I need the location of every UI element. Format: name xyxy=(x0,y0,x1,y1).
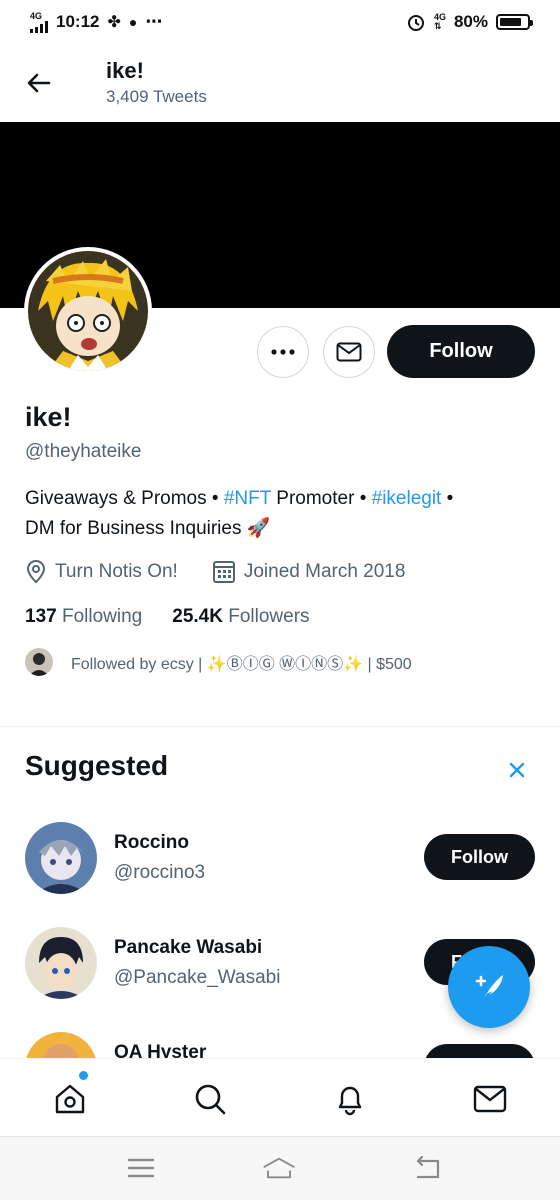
calendar-icon xyxy=(212,561,235,583)
clock: 10:12 xyxy=(56,12,100,31)
more-icon xyxy=(271,349,295,355)
section-divider xyxy=(0,726,560,727)
following-count: 137 xyxy=(25,606,57,627)
joined-date: Joined March 2018 xyxy=(243,561,406,582)
home-system-button[interactable] xyxy=(262,1153,296,1183)
close-icon xyxy=(509,762,525,778)
nav-notifications[interactable] xyxy=(330,1079,370,1119)
suggested-avatar xyxy=(25,822,97,894)
header-title: ike! xyxy=(106,58,144,83)
followed-by-text: Followed by ecsy | ✨ⒷⒾⒼ ⓌⒾⓃⓈ✨ | $500 xyxy=(71,656,412,673)
suggested-handle: @roccino3 xyxy=(114,862,206,883)
avatar-image xyxy=(28,251,148,371)
pinwheel-icon: ✤ xyxy=(107,14,121,31)
followers-label: Followers xyxy=(228,606,310,627)
follower-avatar xyxy=(25,648,53,676)
nav-search[interactable] xyxy=(190,1079,230,1119)
profile-avatar[interactable] xyxy=(24,247,152,375)
followers-link[interactable]: 25.4K Followers xyxy=(172,606,309,628)
suggested-name: Pancake Wasabi xyxy=(114,937,263,958)
profile-bio: Giveaways & Promos • #NFT Promoter • #ik… xyxy=(25,484,535,544)
back-system-button[interactable] xyxy=(410,1153,444,1183)
compose-tweet-button[interactable] xyxy=(448,946,530,1028)
suggested-user[interactable]: OA Hyster Follow xyxy=(0,1032,560,1058)
tweet-count: 3,409 Tweets xyxy=(106,87,207,106)
hashtag-link[interactable]: #ikelegit xyxy=(372,488,442,509)
followed-by-row[interactable]: Followed by ecsy | ✨ⒷⒾⒼ ⓌⒾⓃⓈ✨ | $500 xyxy=(25,648,412,676)
nav-home[interactable] xyxy=(50,1079,90,1119)
suggested-handle: @Pancake_Wasabi xyxy=(114,967,281,988)
more-notifications-icon: ⋯ xyxy=(145,12,163,31)
network-indicator: 4G xyxy=(30,10,48,33)
search-icon xyxy=(195,1084,226,1115)
more-options-button[interactable] xyxy=(257,326,309,378)
suggested-name: OA Hyster xyxy=(114,1042,207,1058)
suggested-title: Suggested xyxy=(25,750,169,781)
leaf-icon: ● xyxy=(128,14,138,30)
follow-button[interactable]: Follow xyxy=(387,325,535,378)
following-link[interactable]: 137 Following xyxy=(25,606,142,628)
battery-icon xyxy=(496,14,533,30)
profile-header: ike! 3,409 Tweets xyxy=(0,50,560,116)
profile-name: ike! xyxy=(25,402,72,432)
location-pin-icon xyxy=(26,560,46,584)
status-bar: 4G 10:12 ✤ ● ⋯ 4G ⇅ 80% xyxy=(0,0,560,44)
network-indicator-right: 4G ⇅ xyxy=(433,12,446,31)
bio-text: Promoter • xyxy=(271,488,372,509)
arrow-left-icon xyxy=(27,73,51,93)
bio-text: • xyxy=(441,488,454,509)
hashtag-link[interactable]: #NFT xyxy=(224,488,271,509)
bell-icon xyxy=(338,1086,362,1116)
battery-level xyxy=(500,18,521,26)
nav-messages[interactable] xyxy=(470,1079,510,1119)
bio-text: DM for Business Inquiries 🚀 xyxy=(25,518,271,539)
following-label: Following xyxy=(61,606,143,627)
recent-apps-button[interactable] xyxy=(124,1153,158,1183)
dismiss-suggested-button[interactable] xyxy=(503,756,531,784)
menu-icon xyxy=(127,1158,155,1178)
suggested-user[interactable]: Roccino @roccino3 Follow xyxy=(0,822,560,912)
network-label: 4G xyxy=(30,10,43,21)
home-icon xyxy=(55,1084,85,1114)
suggested-follow-button[interactable]: Follow xyxy=(424,834,535,880)
message-button[interactable] xyxy=(323,326,375,378)
suggested-avatar xyxy=(25,927,97,999)
new-content-dot xyxy=(79,1071,88,1080)
system-navigation-bar xyxy=(0,1136,560,1200)
suggested-avatar xyxy=(25,1032,97,1058)
mail-icon xyxy=(336,342,362,362)
back-return-icon xyxy=(416,1155,440,1179)
home-outline-icon xyxy=(263,1157,295,1179)
profile-meta: Turn Notis On! Joined March 2018 xyxy=(25,560,405,584)
bottom-navigation xyxy=(0,1058,560,1136)
signal-icon xyxy=(30,20,48,33)
battery-percent: 80% xyxy=(453,12,488,31)
location-text: Turn Notis On! xyxy=(55,561,178,582)
alarm-icon xyxy=(407,15,424,31)
compose-tweet-icon xyxy=(475,975,503,1001)
followers-count: 25.4K xyxy=(172,606,223,627)
back-button[interactable] xyxy=(24,68,54,98)
suggested-name: Roccino xyxy=(114,832,189,853)
follow-stats: 137 Following 25.4K Followers xyxy=(25,606,310,628)
profile-handle: @theyhateike xyxy=(25,441,142,462)
suggested-follow-button[interactable]: Follow xyxy=(424,1044,535,1058)
mail-icon xyxy=(473,1085,507,1113)
bio-text: Giveaways & Promos • xyxy=(25,488,224,509)
